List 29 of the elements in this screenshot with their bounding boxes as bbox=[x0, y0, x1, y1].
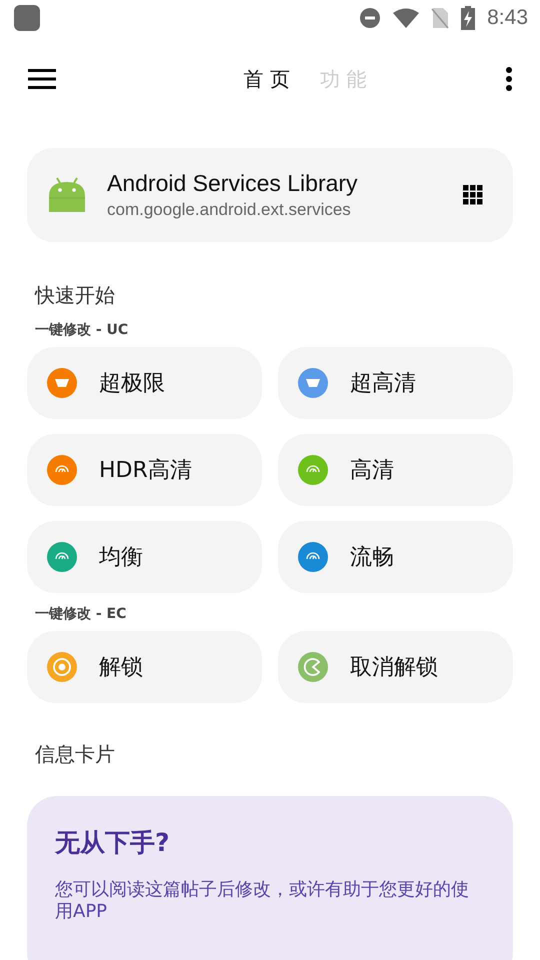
info-card[interactable]: 无从下手? 您可以阅读这篇帖子后修改，或许有助于您更好的使用APP bbox=[27, 796, 513, 960]
menu-icon[interactable] bbox=[28, 69, 56, 89]
preset-button[interactable]: 超极限 bbox=[27, 347, 262, 419]
preset-button[interactable]: 超高清 bbox=[278, 347, 513, 419]
group-label: 一键修改 - EC bbox=[35, 605, 128, 623]
app-notification-icon bbox=[14, 5, 40, 31]
preset-button[interactable]: 流畅 bbox=[278, 521, 513, 593]
section-title: 快速开始 bbox=[35, 282, 116, 309]
preset-button[interactable]: 解锁 bbox=[27, 631, 262, 703]
grid-icon[interactable] bbox=[463, 185, 483, 205]
clock-time: 8:43 bbox=[487, 6, 528, 30]
section-title: 信息卡片 bbox=[35, 741, 116, 768]
preset-button[interactable]: 均衡 bbox=[27, 521, 262, 593]
more-options-icon[interactable] bbox=[506, 67, 512, 91]
do-not-disturb-icon bbox=[359, 7, 382, 29]
card-text: 您可以阅读这篇帖子后修改，或许有助于您更好的使用APP bbox=[55, 879, 470, 922]
card-heading: 无从下手? bbox=[55, 827, 171, 859]
preset-button[interactable]: 取消解锁 bbox=[278, 631, 513, 703]
android-icon bbox=[47, 176, 87, 214]
preset-button[interactable]: HDR高清 bbox=[27, 434, 262, 506]
app-card[interactable]: Android Services Library com.google.android.ext.services bbox=[27, 148, 513, 242]
app-name: Android Services Library bbox=[107, 170, 359, 197]
preset-button[interactable]: 高清 bbox=[278, 434, 513, 506]
no-sim-icon bbox=[431, 7, 450, 29]
group-label: 一键修改 - UC bbox=[35, 321, 130, 339]
wifi-icon bbox=[393, 8, 420, 28]
battery-charging-icon bbox=[461, 6, 476, 30]
tab[interactable]: 首 页 bbox=[244, 66, 290, 92]
package-name: com.google.android.ext.services bbox=[107, 200, 352, 220]
